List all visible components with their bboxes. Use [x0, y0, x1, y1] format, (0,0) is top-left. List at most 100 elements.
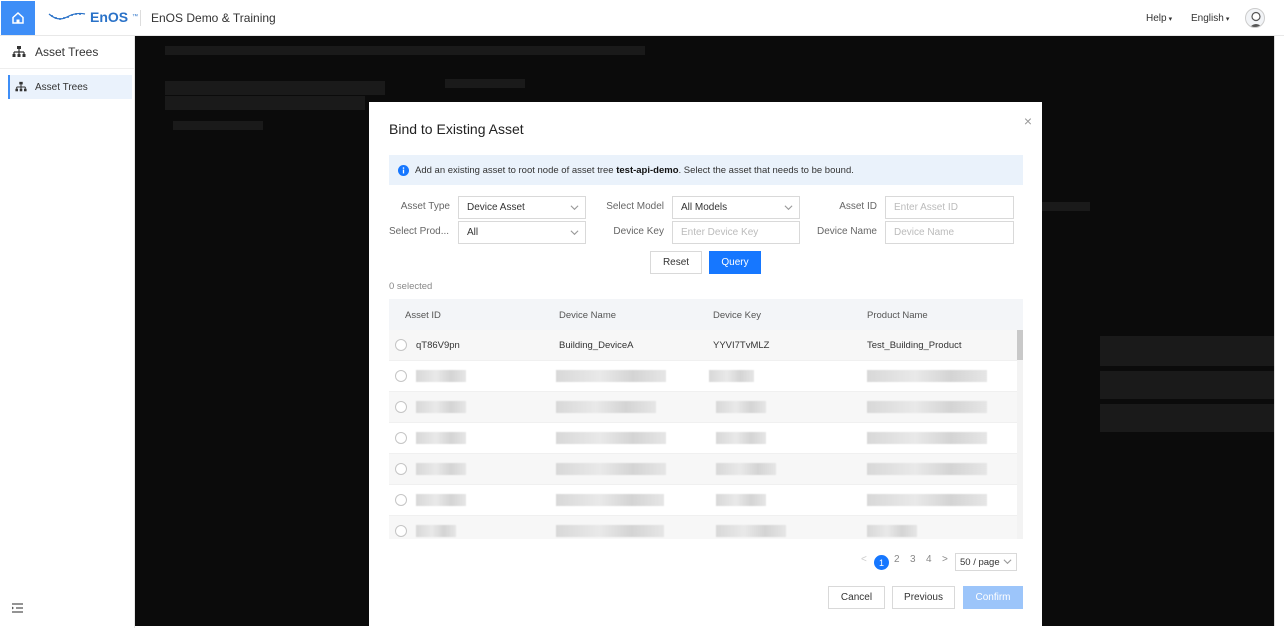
table-row[interactable] — [389, 516, 1018, 539]
redacted-cell — [556, 432, 666, 444]
chevron-down-icon: ▾ — [1168, 16, 1173, 23]
tree-name: test-api-demo — [616, 164, 679, 176]
info-icon — [398, 164, 409, 176]
table-scroll-thumb[interactable] — [1017, 330, 1023, 360]
enos-logo[interactable]: EnOS ™ — [48, 9, 138, 25]
asset-id-placeholder: Enter Asset ID — [894, 202, 958, 213]
table-scrollbar[interactable] — [1017, 330, 1023, 539]
app-title: EnOS Demo & Training — [151, 11, 276, 25]
asset-id-input[interactable]: Enter Asset ID — [885, 196, 1014, 219]
pagination-prev-button[interactable]: < — [861, 554, 867, 565]
chevron-down-icon — [570, 230, 579, 236]
background-placeholder — [1100, 336, 1275, 366]
row-radio[interactable] — [395, 339, 407, 351]
redacted-cell — [556, 525, 664, 537]
redacted-cell — [416, 401, 466, 413]
pagination-page-2[interactable]: 2 — [894, 554, 900, 565]
asset-type-value: Device Asset — [467, 202, 525, 213]
background-placeholder — [173, 121, 263, 130]
select-product-value: All — [467, 227, 479, 238]
cell-device-key: YYVI7TvMLZ — [713, 340, 770, 351]
query-button[interactable]: Query — [709, 251, 761, 274]
device-key-label: Device Key — [613, 226, 664, 237]
row-radio[interactable] — [395, 370, 407, 382]
pagination-page-4[interactable]: 4 — [926, 554, 932, 565]
home-button[interactable] — [1, 1, 35, 35]
user-avatar[interactable] — [1245, 8, 1265, 28]
background-placeholder — [445, 79, 525, 88]
row-radio[interactable] — [395, 401, 407, 413]
collapse-menu-button[interactable] — [12, 603, 24, 616]
page-size-value: 50 / page — [960, 556, 1000, 568]
reset-button[interactable]: Reset — [650, 251, 702, 274]
page-scrollbar[interactable] — [1274, 36, 1284, 626]
background-placeholder — [1100, 371, 1275, 399]
page-size-select[interactable]: 50 / page — [955, 553, 1017, 571]
column-header-device-key[interactable]: Device Key — [713, 310, 761, 321]
select-model-label: Select Model — [606, 201, 664, 212]
pagination-page-3[interactable]: 3 — [910, 554, 916, 565]
cancel-button[interactable]: Cancel — [828, 586, 885, 609]
redacted-cell — [716, 494, 766, 506]
collapse-menu-icon — [12, 603, 23, 613]
background-placeholder — [165, 96, 365, 110]
table-row[interactable] — [389, 392, 1018, 423]
cell-device-name: Building_DeviceA — [559, 340, 634, 351]
device-key-input[interactable]: Enter Device Key — [672, 221, 800, 244]
row-radio[interactable] — [395, 525, 407, 537]
redacted-cell — [556, 494, 664, 506]
select-model-select[interactable]: All Models — [672, 196, 800, 219]
column-header-device-name[interactable]: Device Name — [559, 310, 616, 321]
row-radio[interactable] — [395, 432, 407, 444]
background-placeholder — [165, 81, 385, 95]
redacted-cell — [556, 401, 656, 413]
row-radio[interactable] — [395, 463, 407, 475]
home-icon — [12, 11, 24, 24]
info-banner: Add an existing asset to root node of as… — [389, 155, 1023, 185]
asset-type-select[interactable]: Device Asset — [458, 196, 586, 219]
table-row[interactable] — [389, 361, 1018, 392]
bind-asset-dialog: × Bind to Existing Asset Add an existing… — [369, 102, 1042, 626]
previous-button[interactable]: Previous — [892, 586, 955, 609]
column-header-asset-id[interactable]: Asset ID — [405, 310, 441, 321]
enos-logo-mark-icon — [48, 12, 86, 20]
sidebar-item-label: Asset Trees — [35, 81, 88, 93]
selected-count: 0 selected — [389, 281, 433, 292]
select-product-select[interactable]: All — [458, 221, 586, 244]
redacted-cell — [716, 463, 776, 475]
redacted-cell — [867, 494, 987, 506]
sidebar-item-asset-trees[interactable]: Asset Trees — [8, 75, 132, 99]
redacted-cell — [709, 370, 754, 382]
column-header-product-name[interactable]: Product Name — [867, 310, 928, 321]
close-icon[interactable]: × — [1024, 113, 1032, 129]
chevron-down-icon: ▾ — [1225, 16, 1230, 23]
user-avatar-icon — [1249, 11, 1263, 27]
cell-asset-id: qT86V9pn — [416, 340, 460, 351]
help-menu[interactable]: Help ▾ — [1146, 13, 1172, 24]
table-row[interactable] — [389, 485, 1018, 516]
confirm-button[interactable]: Confirm — [963, 586, 1023, 609]
table-row[interactable] — [389, 423, 1018, 454]
asset-table: Asset ID Device Name Device Key Product … — [389, 299, 1023, 539]
redacted-cell — [556, 370, 666, 382]
pagination-next-button[interactable]: > — [942, 554, 948, 565]
chevron-down-icon — [784, 205, 793, 211]
table-row[interactable] — [389, 454, 1018, 485]
background-placeholder — [165, 46, 645, 55]
logo-text: EnOS — [90, 9, 129, 25]
language-menu[interactable]: English ▾ — [1191, 13, 1229, 24]
sidebar-header: Asset Trees — [0, 36, 134, 69]
redacted-cell — [416, 463, 466, 475]
redacted-cell — [716, 432, 766, 444]
redacted-cell — [867, 463, 987, 475]
info-text: Add an existing asset to root node of as… — [415, 165, 854, 176]
pagination-page-1[interactable]: 1 — [874, 555, 889, 570]
table-header: Asset ID Device Name Device Key Product … — [389, 299, 1023, 330]
device-name-input[interactable]: Device Name — [885, 221, 1014, 244]
row-radio[interactable] — [395, 494, 407, 506]
redacted-cell — [867, 525, 917, 537]
redacted-cell — [556, 463, 666, 475]
table-row[interactable]: qT86V9pn Building_DeviceA YYVI7TvMLZ Tes… — [389, 330, 1018, 361]
background-placeholder — [1100, 404, 1275, 432]
sidebar-title: Asset Trees — [35, 45, 99, 59]
